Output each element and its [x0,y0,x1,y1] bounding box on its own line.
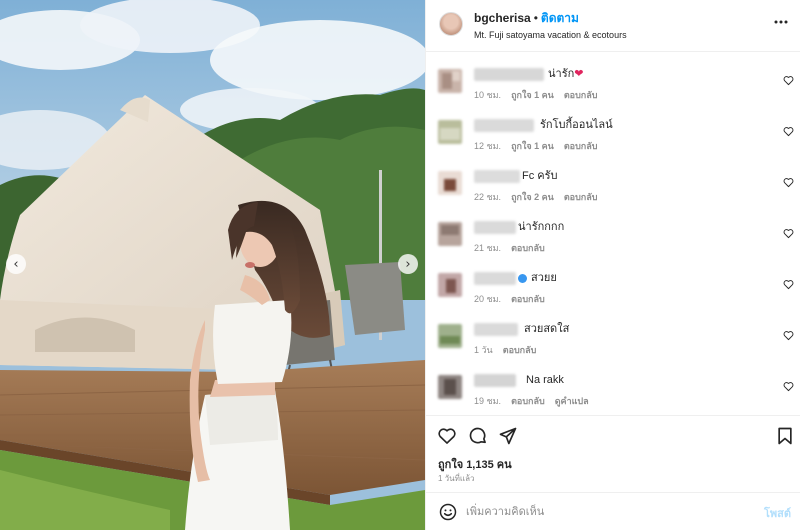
bookmark-icon[interactable] [775,426,795,446]
post-header: bgcherisa • ติดตาม Mt. Fuji satoyama vacat… [426,0,800,52]
comment-item: สวยสดใส 1 วัน ตอบกลับ [426,308,800,358]
comment-meta: 1 วัน ตอบกลับ [474,345,546,356]
commenter-avatar[interactable] [438,222,462,246]
comment-time: 21 ชม. [474,243,502,253]
next-photo-button[interactable]: › [398,254,418,274]
see-translation-button[interactable]: ดูคำแปล [555,396,589,406]
comment-item: น่ารัก❤ 10 ชม. ถูกใจ 1 คน ตอบกลับ [426,53,800,103]
comment-likes[interactable]: ถูกใจ 1 คน [511,141,554,151]
separator-dot: • [533,11,538,25]
heart-icon[interactable] [783,75,794,86]
heart-icon[interactable] [783,381,794,392]
reply-button[interactable]: ตอบกลับ [564,141,598,151]
commenter-avatar[interactable] [438,273,462,297]
post-actions: ถูกใจ 1,135 คน 1 วันที่แล้ว [426,415,800,490]
reply-button[interactable]: ตอบกลับ [511,396,545,406]
reply-button[interactable]: ตอบกลับ [511,294,545,304]
more-horizontal-icon[interactable] [773,14,789,30]
comment-time: 10 ชม. [474,90,502,100]
comment-likes[interactable]: ถูกใจ 1 คน [511,90,554,100]
comment-text: น่ารัก❤ [548,68,584,80]
heart-icon[interactable] [783,279,794,290]
commenter-username-blurred[interactable] [474,323,518,336]
comment-text: สวยสดใส [524,323,570,335]
reply-button[interactable]: ตอบกลับ [564,192,598,202]
commenter-username-blurred[interactable] [474,119,534,132]
add-comment-bar: โพสต์ [426,492,800,530]
comment-item: Fc ครับ 22 ชม. ถูกใจ 2 คน ตอบกลับ [426,155,800,205]
commenter-avatar[interactable] [438,324,462,348]
commenter-username-blurred[interactable] [474,221,516,234]
commenter-username-blurred[interactable] [474,170,520,183]
comment-meta: 21 ชม. ตอบกลับ [474,243,555,254]
comment-time: 22 ชม. [474,192,502,202]
heart-icon[interactable] [783,177,794,188]
comment-item: รักโบกี้ออนไลน์ 12 ชม. ถูกใจ 1 คน ตอบกลับ [426,104,800,154]
heart-icon[interactable] [783,228,794,239]
verified-badge-icon [518,274,527,283]
like-heart-icon[interactable] [437,426,457,446]
reply-button[interactable]: ตอบกลับ [564,90,598,100]
comment-item: สวยย 20 ชม. ตอบกลับ [426,257,800,307]
avatar[interactable] [439,12,463,36]
header-title-line: bgcherisa • ติดตาม [474,11,627,26]
header-text: bgcherisa • ติดตาม Mt. Fuji satoyama vacat… [474,11,627,42]
chevron-left-icon: ‹ [13,256,19,272]
likes-count[interactable]: ถูกใจ 1,135 คน [438,458,512,472]
comment-item: Na rakk 19 ชม. ตอบกลับ ดูคำแปล [426,359,800,409]
comment-meta: 22 ชม. ถูกใจ 2 คน ตอบกลับ [474,192,607,203]
comment-meta: 10 ชม. ถูกใจ 1 คน ตอบกลับ [474,90,607,101]
comment-meta: 20 ชม. ตอบกลับ [474,294,555,305]
commenter-avatar[interactable] [438,375,462,399]
post-location[interactable]: Mt. Fuji satoyama vacation & ecotours [474,29,627,42]
heart-emoji: ❤ [574,68,584,80]
commenter-avatar[interactable] [438,120,462,144]
heart-icon[interactable] [783,330,794,341]
commenter-avatar[interactable] [438,171,462,195]
comment-text: Fc ครับ [522,170,558,182]
reply-button[interactable]: ตอบกลับ [511,243,545,253]
comment-likes[interactable]: ถูกใจ 2 คน [511,192,554,202]
post-timestamp: 1 วันที่แล้ว [438,474,475,483]
comment-text: รักโบกี้ออนไลน์ [540,119,613,131]
comment-text: สวยย [531,272,557,284]
heart-icon[interactable] [783,126,794,137]
share-paper-plane-icon[interactable] [498,426,518,446]
comment-time: 12 ชม. [474,141,502,151]
commenter-username-blurred[interactable] [474,272,516,285]
comment-time: 1 วัน [474,345,493,355]
comment-meta: 19 ชม. ตอบกลับ ดูคำแปล [474,396,599,407]
comment-meta: 12 ชม. ถูกใจ 1 คน ตอบกลับ [474,141,607,152]
post-username[interactable]: bgcherisa [474,11,531,25]
comment-time: 19 ชม. [474,396,502,406]
comments-list[interactable]: น่ารัก❤ 10 ชม. ถูกใจ 1 คน ตอบกลับ รักโบกี้… [426,53,800,415]
comment-text: Na rakk [526,374,564,386]
emoji-smiley-icon[interactable] [438,502,458,522]
photo-scene [0,0,425,530]
post-comment-button[interactable]: โพสต์ [764,504,791,522]
commenter-avatar[interactable] [438,69,462,93]
comment-item: น่ารักกกก 21 ชม. ตอบกลับ [426,206,800,256]
reply-button[interactable]: ตอบกลับ [503,345,537,355]
post-side-panel: bgcherisa • ติดตาม Mt. Fuji satoyama vacat… [425,0,800,530]
commenter-username-blurred[interactable] [474,374,516,387]
follow-button[interactable]: ติดตาม [541,11,579,25]
chevron-right-icon: › [405,256,411,272]
commenter-username-blurred[interactable] [474,68,544,81]
post-photo[interactable]: ‹ › [0,0,425,530]
add-comment-input[interactable] [466,502,746,522]
comment-text: น่ารักกกก [518,221,565,233]
previous-photo-button[interactable]: ‹ [6,254,26,274]
comment-time: 20 ชม. [474,294,502,304]
comment-bubble-icon[interactable] [468,426,488,446]
